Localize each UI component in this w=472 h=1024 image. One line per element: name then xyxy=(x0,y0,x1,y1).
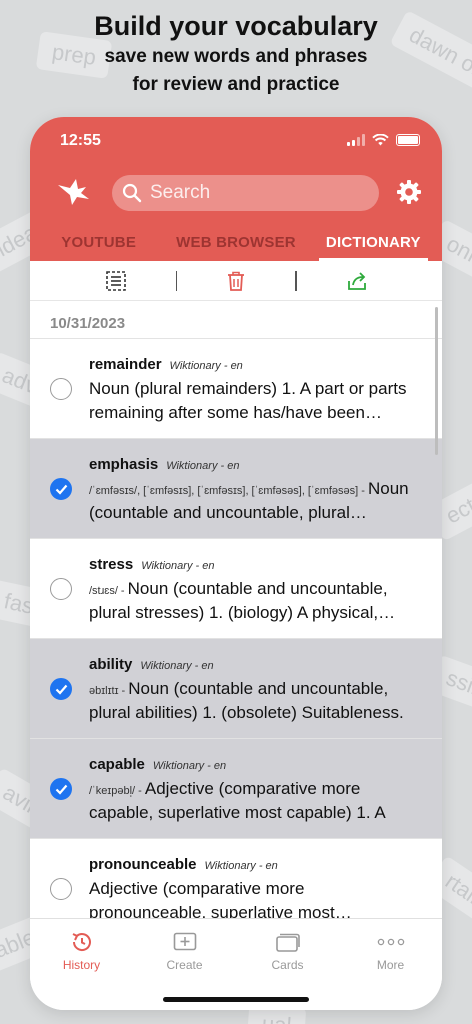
search-input[interactable] xyxy=(150,182,350,204)
status-icons xyxy=(347,134,420,146)
phone-screen: 12:55 Search YOUTUBE WEB BROWSER DICTION… xyxy=(30,117,442,1010)
word-list: remainder Wiktionary - en Noun (plural re… xyxy=(30,339,442,939)
checkmark-icon xyxy=(55,784,68,795)
cards-icon xyxy=(275,933,300,952)
toolbar-divider xyxy=(295,270,297,291)
checkbox[interactable] xyxy=(50,578,72,600)
entry-pronunciation: /ˈkeɪpəbl̩/ - xyxy=(89,785,145,797)
home-indicator[interactable] xyxy=(163,997,309,1002)
entry-word: remainder xyxy=(89,356,162,373)
settings-gear-icon[interactable] xyxy=(396,179,422,205)
list-item[interactable]: emphasis Wiktionary - en /ˈɛmfəsɪs/, [ˈɛm… xyxy=(30,439,442,539)
promo-subtitle-line1: save new words and phrases xyxy=(104,46,368,67)
source-tabs: YOUTUBE WEB BROWSER DICTIONARY xyxy=(30,230,442,261)
status-time: 12:55 xyxy=(60,132,101,149)
entry-pronunciation: /stɹɛs/ - xyxy=(89,585,128,597)
checkbox-checked[interactable] xyxy=(50,678,72,700)
entry-source: Wiktionary - en xyxy=(204,860,278,872)
select-all-icon[interactable] xyxy=(105,270,127,292)
app-header: 12:55 Search YOUTUBE WEB BROWSER DICTION… xyxy=(30,117,442,261)
entry-definition-text: Noun (plural remainders) 1. A part or pa… xyxy=(89,379,407,422)
entry-pronunciation: /ˈɛmfəsɪs/, [ˈɛmfəsɪs], [ˈɛmfəsɪs], [ˈɛm… xyxy=(89,485,368,497)
list-item[interactable]: remainder Wiktionary - en Noun (plural re… xyxy=(30,339,442,439)
entry-definition: /ˈɛmfəsɪs/, [ˈɛmfəsɪs], [ˈɛmfəsɪs], [ˈɛm… xyxy=(89,478,424,523)
entry-source: Wiktionary - en xyxy=(152,760,227,772)
entry-source: Wiktionary - en xyxy=(166,460,240,472)
toolbar-divider xyxy=(175,270,177,291)
entry-pronunciation: əbɪlɪtɪ - xyxy=(89,685,129,697)
entry-definition-text: Noun (countable and uncountable, plural … xyxy=(89,579,388,622)
bird-logo-icon xyxy=(58,179,89,205)
wifi-icon xyxy=(372,134,389,146)
checkbox[interactable] xyxy=(50,378,72,400)
checkmark-icon xyxy=(55,684,68,695)
checkbox-checked[interactable] xyxy=(50,778,72,800)
list-item[interactable]: stress Wiktionary - en /stɹɛs/ - Noun (co… xyxy=(30,539,442,639)
promo-header: Build your vocabulary save new words and… xyxy=(0,0,472,104)
tab-create-label: Create xyxy=(166,958,203,972)
share-icon[interactable] xyxy=(346,270,368,292)
checkmark-icon xyxy=(55,484,68,495)
tab-more[interactable]: More xyxy=(339,919,442,1010)
entry-definition: /stɹɛs/ - Noun (countable and uncountabl… xyxy=(89,578,424,623)
entry-source: Wiktionary - en xyxy=(141,560,215,572)
battery-icon xyxy=(396,134,420,146)
entry-definition-text: Adjective (comparative more pronounceabl… xyxy=(89,879,335,922)
tab-history[interactable]: History xyxy=(30,919,133,1010)
date-header: 10/31/2023 xyxy=(30,301,442,339)
list-item[interactable]: ability Wiktionary - en əbɪlɪtɪ - Noun (c… xyxy=(30,639,442,739)
bottom-tab-bar: History Create Cards More xyxy=(30,918,442,1010)
tab-history-label: History xyxy=(62,958,101,972)
entry-source: Wiktionary - en xyxy=(140,660,214,672)
entry-word: pronounceable xyxy=(89,856,197,873)
tab-youtube[interactable]: YOUTUBE xyxy=(30,230,167,261)
entry-definition: Noun (plural remainders) 1. A part or pa… xyxy=(89,378,424,423)
entry-word: stress xyxy=(89,556,134,573)
create-icon xyxy=(173,932,196,951)
checkbox-checked[interactable] xyxy=(50,478,72,500)
entry-definition: Adjective (comparative more pronounceabl… xyxy=(89,878,424,923)
tab-cards-label: Cards xyxy=(271,958,304,972)
history-icon xyxy=(72,933,91,951)
list-item[interactable]: capable Wiktionary - en /ˈkeɪpəbl̩/ - Adj… xyxy=(30,739,442,839)
scrollbar[interactable] xyxy=(435,307,438,455)
tab-more-label: More xyxy=(376,958,405,972)
promo-subtitle-line2: for review and practice xyxy=(132,74,340,95)
entry-word: capable xyxy=(89,756,145,773)
delete-icon[interactable] xyxy=(226,270,246,292)
entry-source: Wiktionary - en xyxy=(169,360,243,372)
list-toolbar xyxy=(30,261,442,301)
entry-definition-text: Noun (countable and uncountable, plural … xyxy=(89,679,404,722)
search-icon xyxy=(122,183,142,203)
checkbox[interactable] xyxy=(50,878,72,900)
tab-web-browser[interactable]: WEB BROWSER xyxy=(167,230,304,261)
tab-dictionary[interactable]: DICTIONARY xyxy=(305,230,442,261)
search-bar[interactable] xyxy=(112,175,379,211)
entry-definition: /ˈkeɪpəbl̩/ - Adjective (comparative mor… xyxy=(89,778,424,823)
more-icon xyxy=(377,938,404,946)
cellular-signal-icon xyxy=(347,134,365,146)
entry-word: ability xyxy=(89,656,133,673)
promo-title: Build your vocabulary xyxy=(94,11,378,41)
entry-definition: əbɪlɪtɪ - Noun (countable and uncountabl… xyxy=(89,678,424,723)
entry-word: emphasis xyxy=(89,456,159,473)
